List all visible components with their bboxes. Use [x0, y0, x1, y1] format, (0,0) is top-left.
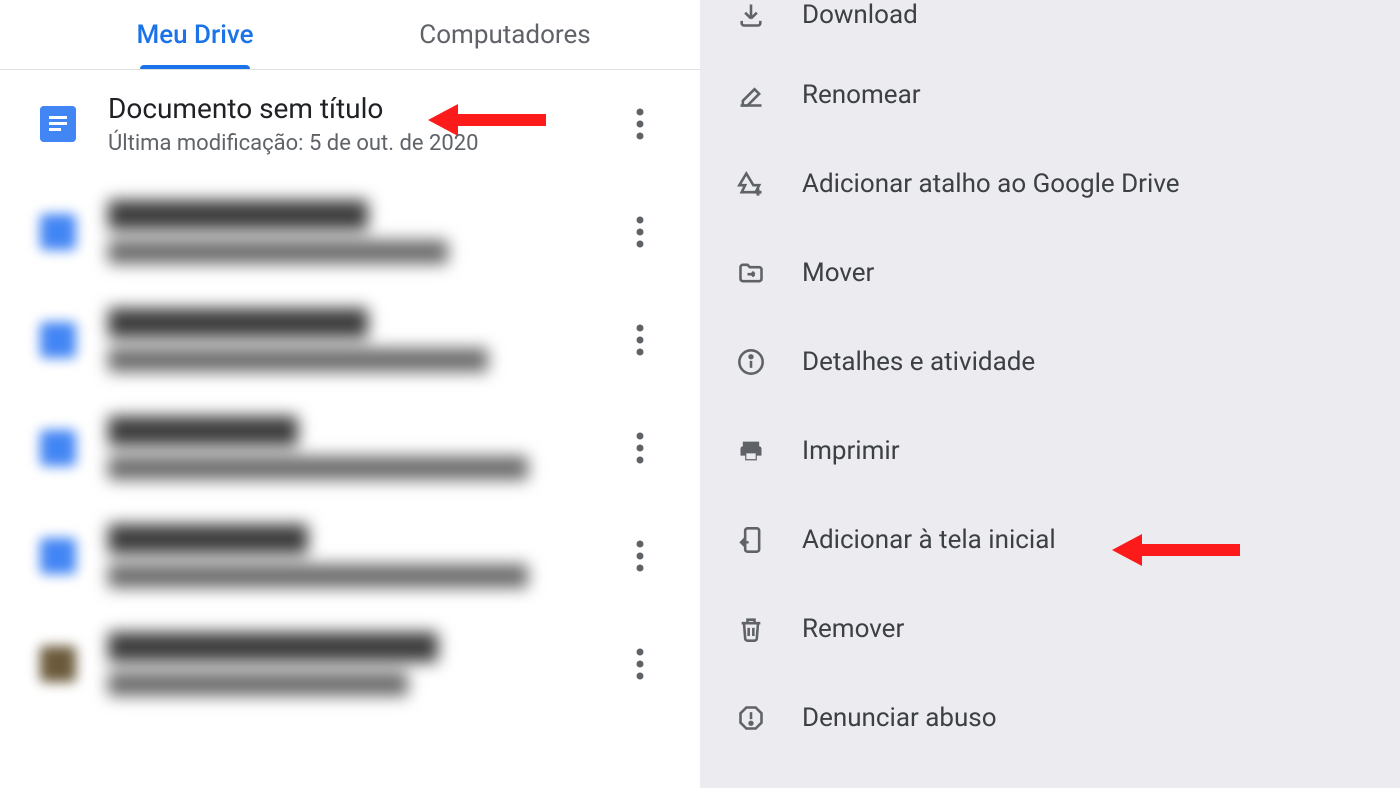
report-icon — [736, 703, 766, 733]
file-item-blurred[interactable] — [0, 286, 700, 394]
file-text — [108, 524, 620, 588]
more-vertical-icon — [636, 216, 644, 248]
blurred-subtitle — [108, 456, 528, 480]
trash-icon — [736, 614, 766, 644]
menu-item-details[interactable]: Detalhes e atividade — [700, 317, 1400, 406]
blurred-title — [108, 200, 368, 230]
more-vertical-icon — [636, 648, 644, 680]
google-docs-icon — [40, 538, 76, 574]
more-options-button[interactable] — [620, 320, 660, 360]
file-text — [108, 308, 620, 372]
file-icon — [40, 646, 76, 682]
google-docs-icon — [40, 106, 76, 142]
more-options-button[interactable] — [620, 212, 660, 252]
menu-item-add-home[interactable]: Adicionar à tela inicial — [700, 495, 1400, 584]
menu-label: Renomear — [802, 80, 921, 110]
drive-file-list-panel: Meu Drive Computadores Documento sem tít… — [0, 0, 700, 788]
menu-label: Adicionar à tela inicial — [802, 525, 1056, 555]
file-text — [108, 632, 620, 696]
file-title: Documento sem título — [108, 92, 620, 125]
file-item-blurred[interactable] — [0, 610, 700, 718]
more-options-button[interactable] — [620, 104, 660, 144]
blurred-subtitle — [108, 240, 448, 264]
pencil-icon — [736, 80, 766, 110]
menu-item-remove[interactable]: Remover — [700, 584, 1400, 673]
tab-computers[interactable]: Computadores — [350, 2, 660, 68]
file-text — [108, 200, 620, 264]
menu-item-download[interactable]: Download — [700, 0, 1400, 50]
blurred-title — [108, 416, 298, 446]
file-item-blurred[interactable] — [0, 502, 700, 610]
blurred-subtitle — [108, 564, 528, 588]
file-text: Documento sem título Última modificação:… — [108, 92, 620, 156]
more-vertical-icon — [636, 324, 644, 356]
menu-item-print[interactable]: Imprimir — [700, 406, 1400, 495]
file-item-blurred[interactable] — [0, 394, 700, 502]
file-item[interactable]: Documento sem título Última modificação:… — [0, 70, 700, 178]
google-docs-icon — [40, 430, 76, 466]
menu-label: Download — [802, 0, 918, 30]
file-modified-date: Última modificação: 5 de out. de 2020 — [108, 131, 620, 156]
blurred-title — [108, 632, 438, 662]
google-docs-icon — [40, 322, 76, 358]
file-text — [108, 416, 620, 480]
menu-label: Detalhes e atividade — [802, 347, 1035, 377]
more-vertical-icon — [636, 540, 644, 572]
file-item-blurred[interactable] — [0, 178, 700, 286]
printer-icon — [736, 436, 766, 466]
blurred-subtitle — [108, 672, 408, 696]
more-options-button[interactable] — [620, 644, 660, 684]
menu-label: Denunciar abuso — [802, 703, 997, 733]
context-menu-panel: Download Renomear Adicionar atalho ao Go… — [700, 0, 1400, 788]
file-list: Documento sem título Última modificação:… — [0, 70, 700, 718]
menu-label: Adicionar atalho ao Google Drive — [802, 169, 1180, 199]
menu-label: Imprimir — [802, 436, 900, 466]
tabs-bar: Meu Drive Computadores — [0, 0, 700, 70]
menu-item-report-abuse[interactable]: Denunciar abuso — [700, 673, 1400, 762]
drive-shortcut-icon — [736, 169, 766, 199]
menu-label: Remover — [802, 614, 904, 644]
menu-item-move[interactable]: Mover — [700, 228, 1400, 317]
menu-item-add-shortcut[interactable]: Adicionar atalho ao Google Drive — [700, 139, 1400, 228]
add-to-home-icon — [736, 525, 766, 555]
menu-label: Mover — [802, 258, 874, 288]
google-docs-icon — [40, 214, 76, 250]
more-vertical-icon — [636, 108, 644, 140]
menu-item-rename[interactable]: Renomear — [700, 50, 1400, 139]
blurred-title — [108, 308, 368, 338]
more-options-button[interactable] — [620, 536, 660, 576]
download-icon — [736, 0, 766, 30]
blurred-subtitle — [108, 348, 488, 372]
more-vertical-icon — [636, 432, 644, 464]
more-options-button[interactable] — [620, 428, 660, 468]
folder-move-icon — [736, 258, 766, 288]
info-icon — [736, 347, 766, 377]
tab-my-drive[interactable]: Meu Drive — [40, 2, 350, 68]
blurred-title — [108, 524, 308, 554]
